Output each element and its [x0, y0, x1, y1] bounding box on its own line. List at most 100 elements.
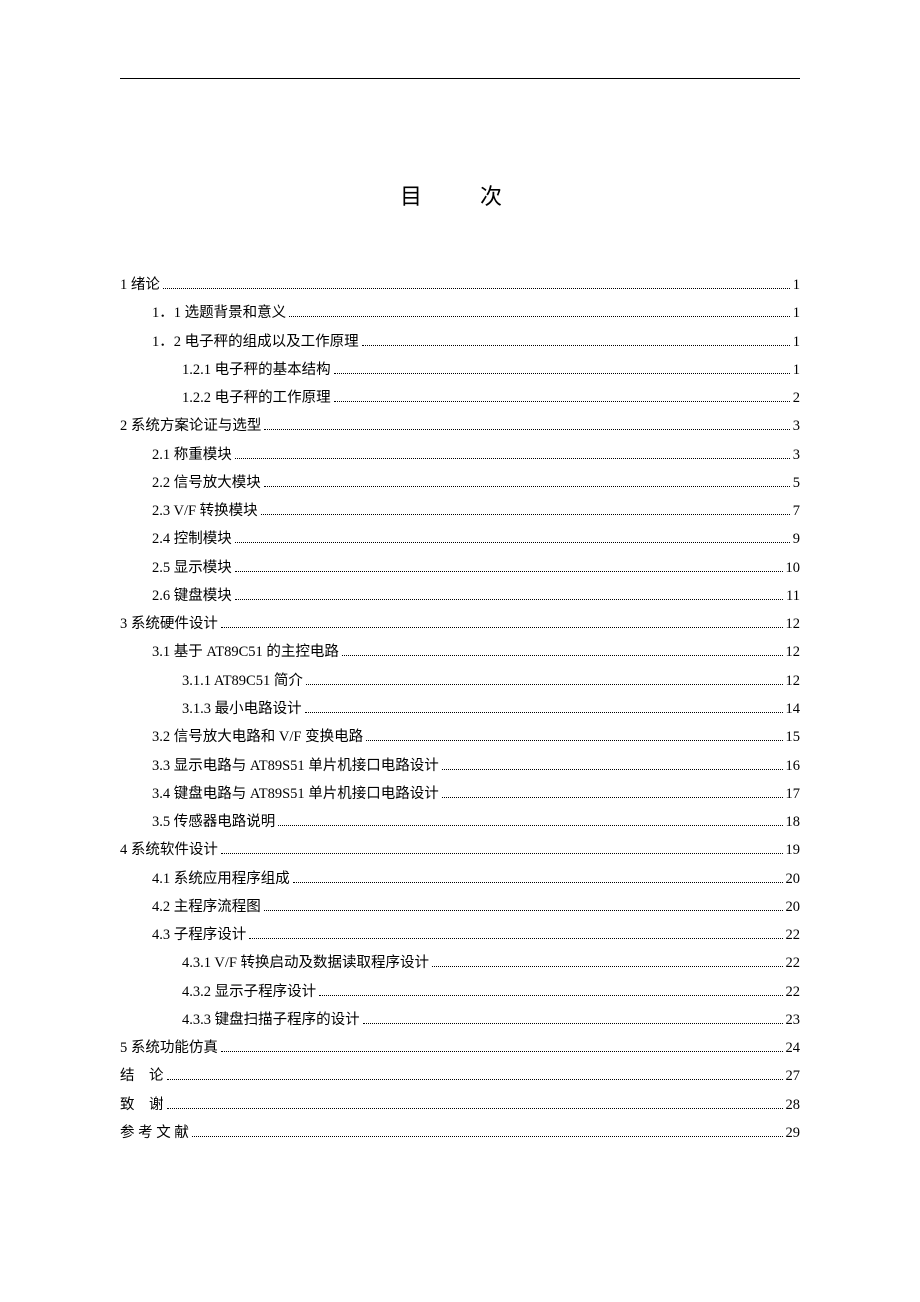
toc-entry[interactable]: 2.6 键盘模块11 — [120, 582, 800, 610]
toc-entry-page: 19 — [786, 836, 801, 864]
toc-entry-page: 12 — [786, 610, 801, 638]
toc-entry[interactable]: 致 谢 28 — [120, 1091, 800, 1119]
toc-entry-page: 3 — [793, 441, 800, 469]
toc-title: 目 次 — [120, 179, 800, 211]
toc-entry-page: 10 — [786, 554, 801, 582]
toc-leader-dots — [442, 761, 783, 770]
toc-entry-label: 1 绪论 — [120, 271, 160, 299]
toc-entry[interactable]: 3.1.3 最小电路设计14 — [120, 695, 800, 723]
toc-entry[interactable]: 1.2.1 电子秤的基本结构1 — [120, 356, 800, 384]
toc-entry-page: 22 — [786, 921, 801, 949]
toc-leader-dots — [289, 309, 790, 318]
toc-entry-label: 2.3 V/F 转换模块 — [152, 497, 258, 525]
toc-entry-page: 1 — [793, 271, 800, 299]
toc-entry-page: 3 — [793, 412, 800, 440]
toc-leader-dots — [221, 620, 783, 629]
toc-entry[interactable]: 3.4 键盘电路与 AT89S51 单片机接口电路设计 17 — [120, 780, 800, 808]
toc-entry-page: 1 — [793, 299, 800, 327]
toc-entry[interactable]: 4.1 系统应用程序组成 20 — [120, 865, 800, 893]
toc-entry[interactable]: 3.2 信号放大电路和 V/F 变换电路 15 — [120, 723, 800, 751]
toc-entry[interactable]: 1 绪论 1 — [120, 271, 800, 299]
toc-entry[interactable]: 1．1 选题背景和意义 1 — [120, 299, 800, 327]
toc-leader-dots — [264, 902, 783, 911]
toc-entry-label: 1.2.2 电子秤的工作原理 — [182, 384, 331, 412]
toc-entry-label: 3.4 键盘电路与 AT89S51 单片机接口电路设计 — [152, 780, 439, 808]
table-of-contents: 1 绪论11．1 选题背景和意义11．2 电子秤的组成以及工作原理11.2.1 … — [120, 271, 800, 1147]
toc-entry[interactable]: 2 系统方案论证与选型 3 — [120, 412, 800, 440]
toc-entry[interactable]: 4.3.2 显示子程序设计 22 — [120, 978, 800, 1006]
toc-entry[interactable]: 4.2 主程序流程图20 — [120, 893, 800, 921]
toc-entry[interactable]: 4 系统软件设计 19 — [120, 836, 800, 864]
toc-leader-dots — [334, 393, 790, 402]
toc-leader-dots — [432, 959, 782, 968]
toc-leader-dots — [235, 563, 783, 572]
toc-entry-page: 17 — [786, 780, 801, 808]
toc-entry-page: 16 — [786, 752, 801, 780]
toc-entry[interactable]: 4.3.1 V/F 转换启动及数据读取程序设计22 — [120, 949, 800, 977]
toc-leader-dots — [319, 987, 782, 996]
toc-entry-label: 1．1 选题背景和意义 — [152, 299, 286, 327]
toc-leader-dots — [167, 1100, 783, 1109]
toc-entry-page: 15 — [786, 723, 801, 751]
toc-leader-dots — [261, 506, 790, 515]
toc-entry-label: 3.1.1 AT89C51 简介 — [182, 667, 303, 695]
toc-entry-label: 2 系统方案论证与选型 — [120, 412, 261, 440]
toc-leader-dots — [235, 591, 783, 600]
toc-entry[interactable]: 参 考 文 献29 — [120, 1119, 800, 1147]
toc-entry-label: 4.3.1 V/F 转换启动及数据读取程序设计 — [182, 949, 429, 977]
toc-entry[interactable]: 2.5 显示模块 10 — [120, 554, 800, 582]
toc-entry-label: 3.2 信号放大电路和 V/F 变换电路 — [152, 723, 363, 751]
toc-entry-page: 18 — [786, 808, 801, 836]
toc-entry-label: 3.1 基于 AT89C51 的主控电路 — [152, 638, 339, 666]
toc-entry-label: 2.1 称重模块 — [152, 441, 232, 469]
toc-entry[interactable]: 2.3 V/F 转换模块 7 — [120, 497, 800, 525]
toc-entry-page: 29 — [786, 1119, 801, 1147]
toc-entry[interactable]: 2.2 信号放大模块5 — [120, 469, 800, 497]
toc-entry[interactable]: 2.4 控制模块 9 — [120, 525, 800, 553]
toc-entry-label: 3 系统硬件设计 — [120, 610, 218, 638]
toc-entry[interactable]: 2.1 称重模块 3 — [120, 441, 800, 469]
toc-entry-page: 28 — [786, 1091, 801, 1119]
toc-entry[interactable]: 3 系统硬件设计 12 — [120, 610, 800, 638]
toc-entry[interactable]: 5 系统功能仿真24 — [120, 1034, 800, 1062]
toc-leader-dots — [342, 648, 783, 657]
toc-entry-page: 27 — [786, 1062, 801, 1090]
toc-entry-label: 4.3 子程序设计 — [152, 921, 246, 949]
toc-leader-dots — [221, 1043, 783, 1052]
toc-entry-page: 9 — [793, 525, 800, 553]
toc-entry-page: 11 — [786, 582, 800, 610]
toc-leader-dots — [235, 450, 790, 459]
toc-entry[interactable]: 1．2 电子秤的组成以及工作原理1 — [120, 328, 800, 356]
toc-entry[interactable]: 4.3 子程序设计 22 — [120, 921, 800, 949]
toc-entry[interactable]: 3.3 显示电路与 AT89S51 单片机接口电路设计16 — [120, 752, 800, 780]
toc-leader-dots — [442, 789, 783, 798]
toc-entry-page: 7 — [793, 497, 800, 525]
toc-leader-dots — [235, 535, 790, 544]
toc-entry[interactable]: 3.1.1 AT89C51 简介12 — [120, 667, 800, 695]
toc-entry-page: 2 — [793, 384, 800, 412]
toc-leader-dots — [306, 676, 783, 685]
toc-entry-page: 20 — [786, 865, 801, 893]
toc-entry-label: 3.1.3 最小电路设计 — [182, 695, 302, 723]
toc-entry-page: 22 — [786, 978, 801, 1006]
toc-entry-label: 4.1 系统应用程序组成 — [152, 865, 290, 893]
toc-leader-dots — [192, 1128, 783, 1137]
toc-entry[interactable]: 1.2.2 电子秤的工作原理 2 — [120, 384, 800, 412]
toc-leader-dots — [334, 365, 790, 374]
toc-entry-label: 致 谢 — [120, 1091, 164, 1119]
toc-entry-label: 4.2 主程序流程图 — [152, 893, 261, 921]
toc-leader-dots — [362, 337, 790, 346]
toc-entry-label: 3.5 传感器电路说明 — [152, 808, 275, 836]
toc-entry[interactable]: 3.5 传感器电路说明 18 — [120, 808, 800, 836]
toc-leader-dots — [221, 846, 783, 855]
toc-entry-label: 2.4 控制模块 — [152, 525, 232, 553]
toc-entry-label: 2.5 显示模块 — [152, 554, 232, 582]
toc-leader-dots — [163, 280, 790, 289]
toc-entry-page: 5 — [793, 469, 800, 497]
toc-entry[interactable]: 4.3.3 键盘扫描子程序的设计23 — [120, 1006, 800, 1034]
toc-entry[interactable]: 结 论27 — [120, 1062, 800, 1090]
toc-entry-label: 4 系统软件设计 — [120, 836, 218, 864]
toc-entry-label: 4.3.2 显示子程序设计 — [182, 978, 316, 1006]
toc-entry[interactable]: 3.1 基于 AT89C51 的主控电路12 — [120, 638, 800, 666]
toc-entry-page: 24 — [786, 1034, 801, 1062]
